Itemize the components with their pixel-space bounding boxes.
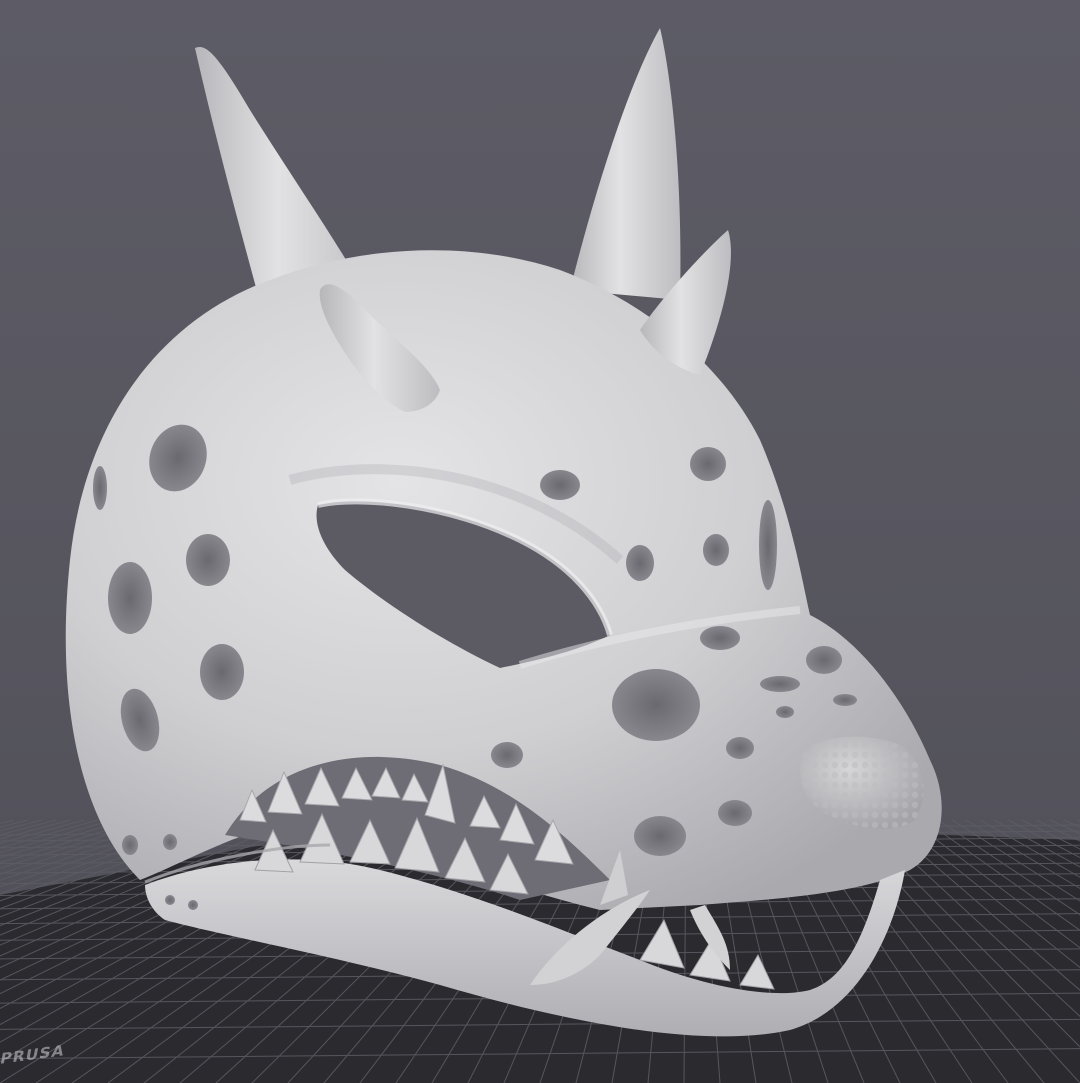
horn-right-tall [570, 28, 681, 300]
scene-canvas[interactable] [0, 0, 1080, 1083]
3d-viewport[interactable]: PRUSA [0, 0, 1080, 1083]
